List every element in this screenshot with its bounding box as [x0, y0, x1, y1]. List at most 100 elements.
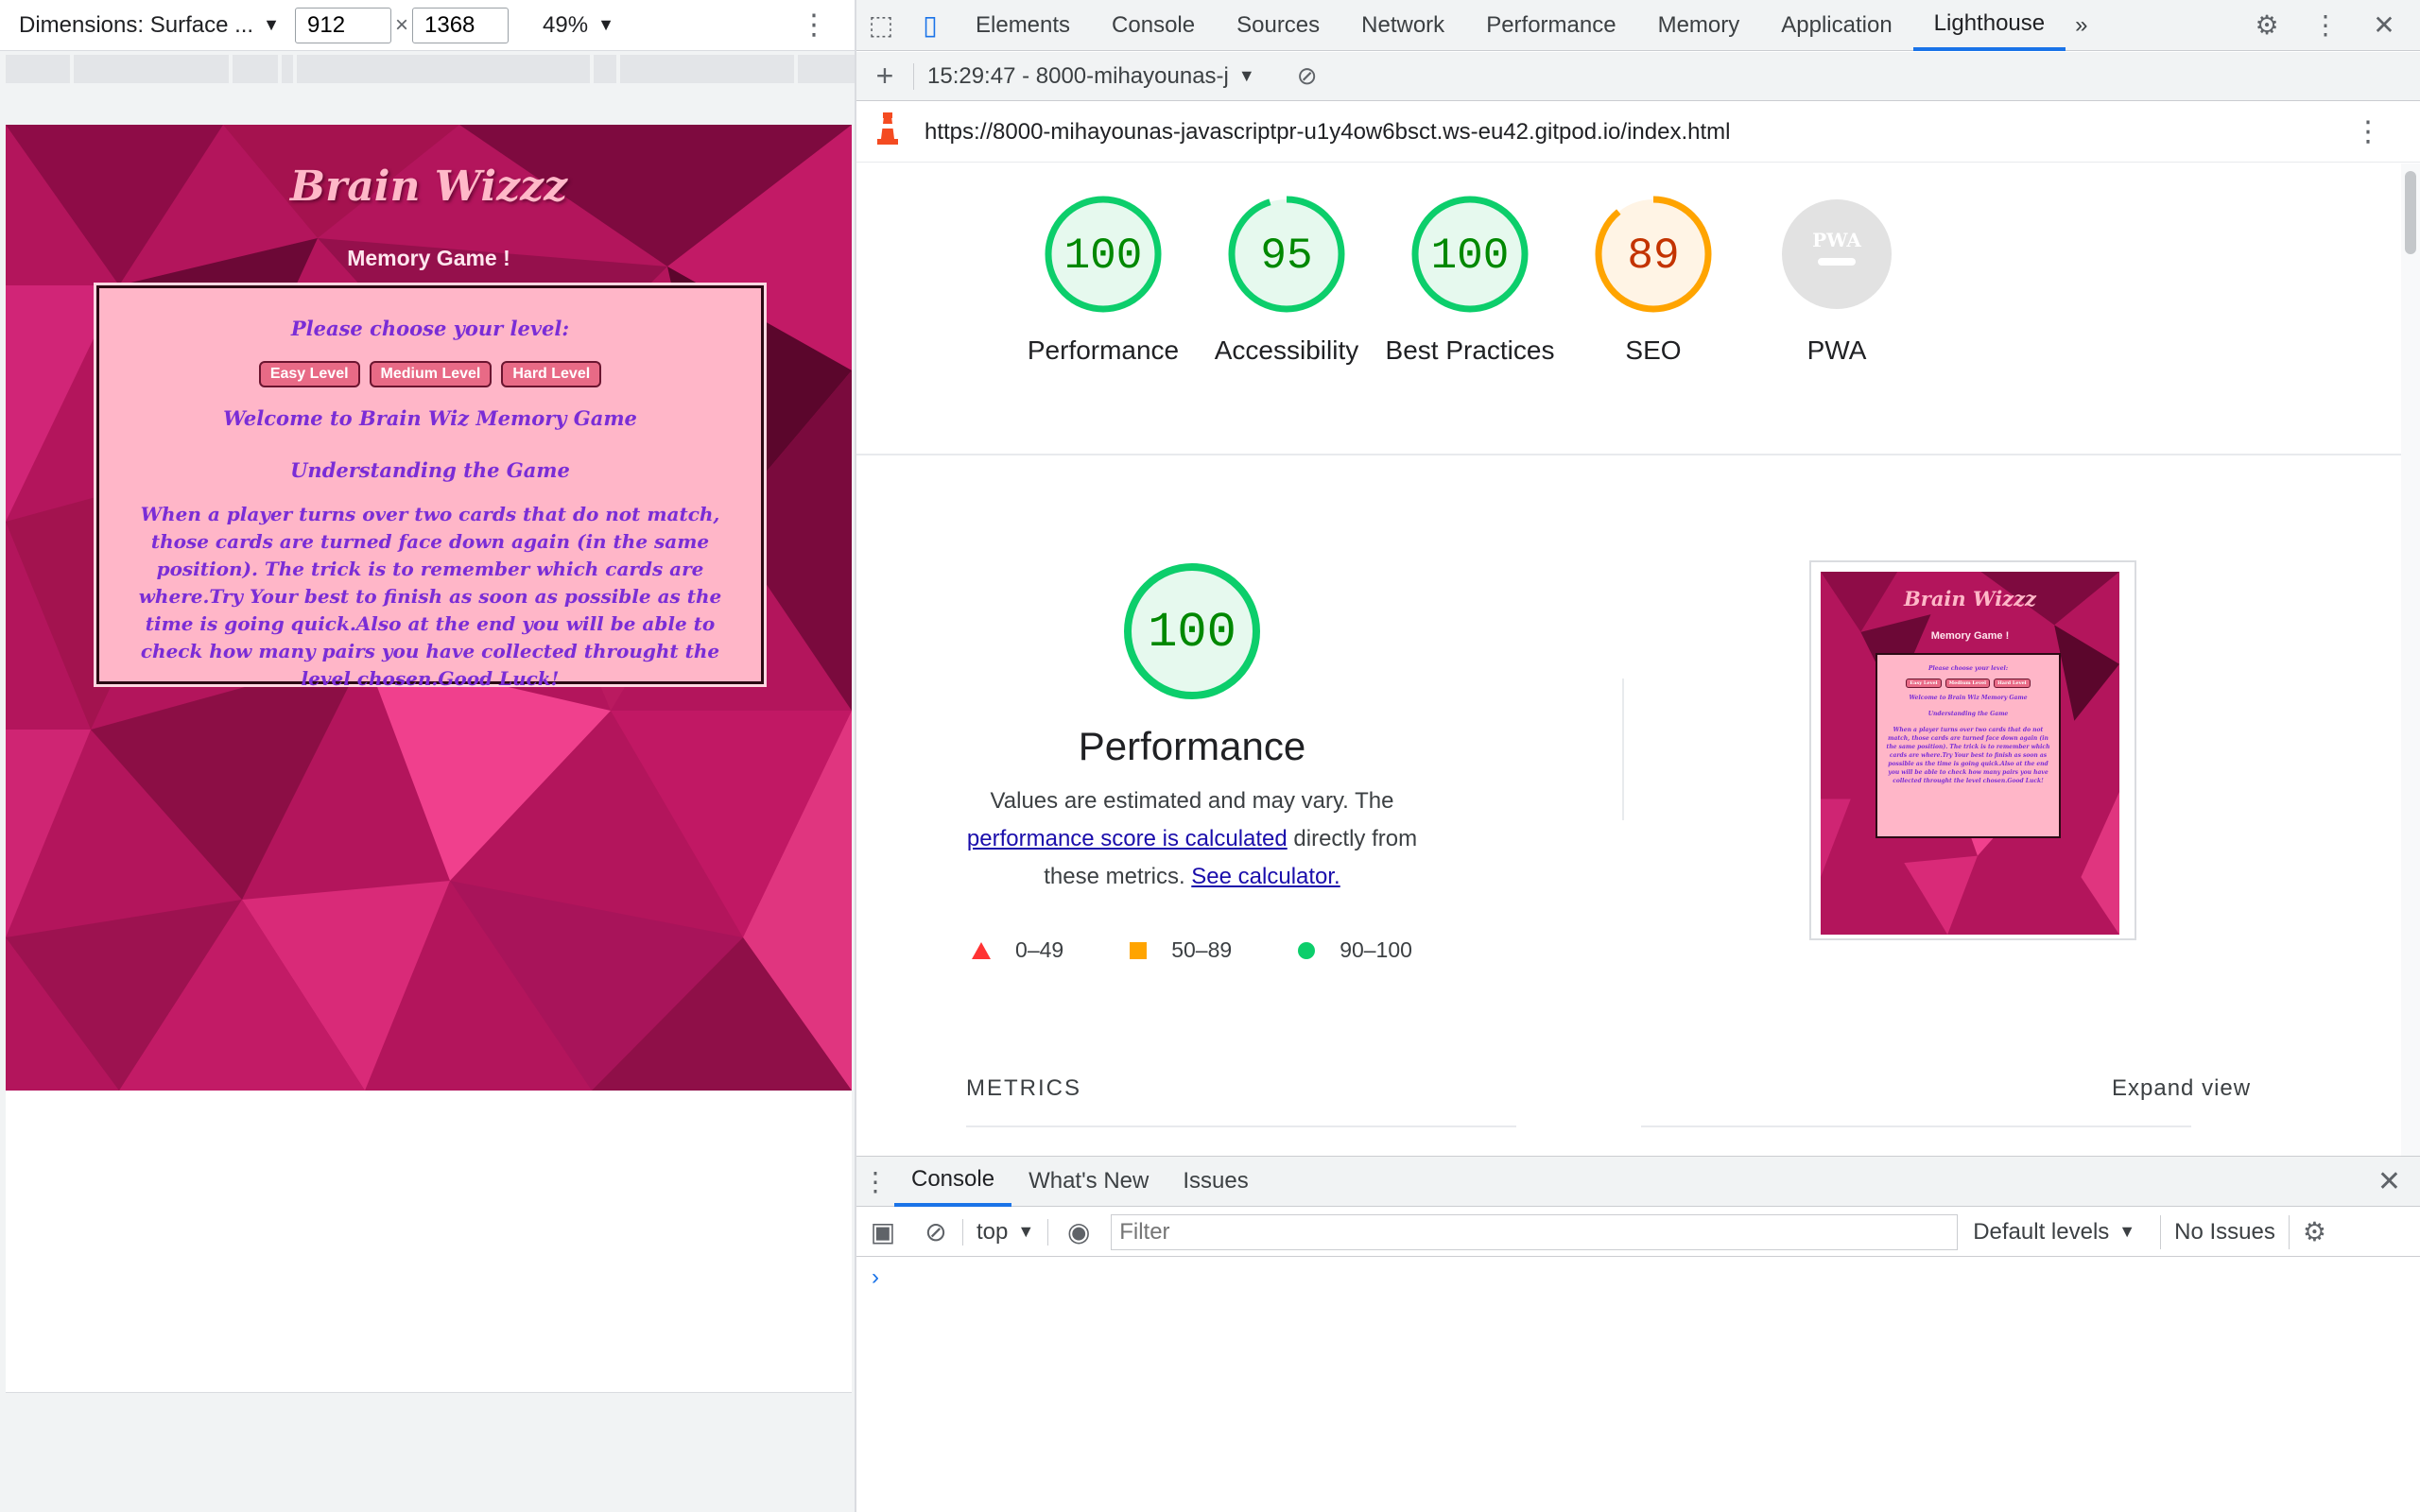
inspect-element-icon[interactable]: ⬚	[856, 9, 906, 41]
performance-title: Performance	[1078, 724, 1306, 768]
more-options-icon[interactable]: ⋮	[2301, 9, 2350, 41]
zoom-select[interactable]: 49% ▼	[543, 12, 614, 39]
devtools-tabbar: ⬚ ▯ Elements Console Sources Network Per…	[856, 0, 2420, 51]
performance-score-link[interactable]: performance score is calculated	[967, 826, 1288, 851]
tab-memory[interactable]: Memory	[1637, 0, 1761, 51]
more-options-icon[interactable]: ⋮	[2354, 115, 2382, 148]
tab-network[interactable]: Network	[1340, 0, 1465, 51]
context-select[interactable]: top ▼	[962, 1218, 1049, 1246]
more-options-icon[interactable]: ⋮	[800, 9, 828, 42]
instructions-text: When a player turns over two cards that …	[138, 503, 722, 690]
expand-view-button[interactable]: Expand view	[2112, 1075, 2251, 1102]
gauge-background	[1782, 199, 1892, 309]
score-gauge[interactable]: 95 Accessibility	[1195, 192, 1378, 369]
console-toolbar: ▣ ⊘ top ▼ ◉ Default levels ▼ No Issues ⚙	[856, 1208, 2420, 1257]
device-dimensions-select[interactable]: Dimensions: Surface ... ▼	[19, 12, 295, 39]
minus-icon	[1818, 258, 1856, 266]
thumb-title: Brain Wizzz	[1904, 587, 2036, 610]
chevron-down-icon: ▼	[1237, 66, 1255, 85]
gauge-score: 95	[1260, 232, 1312, 281]
media-query-segment[interactable]	[282, 55, 293, 83]
metrics-heading: METRICS	[966, 1075, 1081, 1101]
drawer-tab-console[interactable]: Console	[894, 1156, 1012, 1207]
thumb-button: Medium Level	[1945, 679, 1991, 688]
tab-elements[interactable]: Elements	[955, 0, 1091, 51]
gear-icon[interactable]: ⚙	[2242, 9, 2291, 41]
close-icon[interactable]: ✕	[2360, 9, 2409, 41]
final-screenshot[interactable]: Brain Wizzz Memory Game ! Please choose …	[1809, 560, 2136, 940]
scrollbar-thumb[interactable]	[2405, 171, 2416, 254]
log-levels-select[interactable]: Default levels ▼	[1973, 1219, 2135, 1246]
media-query-segment[interactable]	[233, 55, 278, 83]
device-mode-pane: Dimensions: Surface ... ▼ × 49% ▼ ⋮	[0, 0, 855, 1512]
device-toggle-icon[interactable]: ▯	[906, 9, 955, 41]
understanding-heading: Understanding the Game	[290, 458, 570, 482]
media-query-segment[interactable]	[6, 55, 70, 83]
legend-range: 90–100	[1340, 937, 1412, 962]
tab-application[interactable]: Application	[1760, 0, 1912, 51]
calculator-link[interactable]: See calculator.	[1191, 864, 1340, 889]
tab-performance[interactable]: Performance	[1465, 0, 1636, 51]
chevron-down-icon: ▼	[2118, 1222, 2136, 1241]
chevron-down-icon: ▼	[597, 15, 614, 34]
hard-level-button[interactable]: Hard Level	[501, 361, 602, 387]
gauge-ring: 89	[1595, 196, 1712, 313]
performance-big-gauge: 100	[1124, 563, 1260, 699]
tab-sources[interactable]: Sources	[1216, 0, 1340, 51]
score-gauge[interactable]: 100 Performance	[1011, 192, 1195, 369]
gauge-label: Best Practices	[1385, 335, 1555, 365]
divider	[1641, 1125, 2191, 1127]
gauge-score: 100	[1064, 232, 1143, 281]
audited-url[interactable]: https://8000-mihayounas-javascriptpr-u1y…	[925, 119, 1730, 146]
thumb-text: Understanding the Game	[1927, 711, 2009, 717]
new-report-icon[interactable]: +	[856, 59, 913, 94]
score-gauge[interactable]: 89 SEO	[1562, 192, 1745, 369]
media-query-segment[interactable]	[74, 55, 229, 83]
chevron-down-icon: ▼	[263, 15, 280, 34]
medium-level-button[interactable]: Medium Level	[369, 361, 493, 387]
media-query-segment[interactable]	[620, 55, 794, 83]
square-icon	[1130, 941, 1148, 959]
width-input[interactable]	[295, 7, 391, 43]
device-toolbar: Dimensions: Surface ... ▼ × 49% ▼ ⋮	[0, 0, 855, 51]
height-input[interactable]	[412, 7, 510, 43]
score-gauge[interactable]: PWA PWA	[1745, 192, 1928, 369]
sidebar-toggle-icon[interactable]: ▣	[856, 1216, 909, 1247]
close-icon[interactable]: ✕	[2377, 1165, 2401, 1198]
gauge-ring: 95	[1228, 196, 1345, 313]
console-prompt[interactable]: ›	[872, 1264, 879, 1291]
log-levels-label: Default levels	[1973, 1218, 2110, 1245]
gear-icon[interactable]: ⚙	[2303, 1216, 2326, 1247]
tab-lighthouse[interactable]: Lighthouse	[1912, 0, 2066, 51]
issues-button[interactable]: No Issues	[2160, 1214, 2290, 1249]
report-select[interactable]: 15:29:47 - 8000-mihayounas-j ▼	[913, 62, 1255, 90]
score-gauge[interactable]: 100 Best Practices	[1378, 192, 1562, 369]
report-scrollbar[interactable]	[2401, 163, 2420, 1156]
easy-level-button[interactable]: Easy Level	[258, 361, 360, 387]
drawer-tab-issues[interactable]: Issues	[1166, 1156, 1265, 1207]
gauge-ring: PWA	[1782, 199, 1892, 309]
gauge-label: Performance	[1027, 335, 1180, 365]
console-filter-input[interactable]	[1111, 1213, 1959, 1250]
circle-icon	[1298, 941, 1316, 959]
gauge-ring: 100	[1045, 196, 1162, 313]
triangle-icon	[972, 941, 992, 959]
tab-console[interactable]: Console	[1091, 0, 1216, 51]
media-query-segment[interactable]	[594, 55, 616, 83]
device-dimensions-label: Dimensions: Surface ...	[19, 11, 254, 38]
clear-reports-icon[interactable]: ⊘	[1297, 61, 1318, 91]
eye-icon[interactable]: ◉	[1052, 1216, 1105, 1247]
devtools-actions: ⚙ ⋮ ✕	[2242, 9, 2420, 41]
legend-fail: 0–49	[972, 937, 1063, 963]
drawer-tab-whats-new[interactable]: What's New	[1011, 1156, 1166, 1207]
media-query-bar[interactable]	[0, 55, 855, 83]
choose-level-text: Please choose your level:	[290, 317, 570, 340]
more-tabs-icon[interactable]: »	[2066, 0, 2097, 51]
welcome-text: Welcome to Brain Wiz Memory Game	[223, 406, 637, 430]
more-options-icon[interactable]: ⋮	[856, 1166, 894, 1197]
score-legend: 0–49 50–89 90–100	[942, 937, 1443, 963]
clear-console-icon[interactable]: ⊘	[909, 1216, 962, 1247]
divider	[966, 1125, 1516, 1127]
media-query-segment[interactable]	[297, 55, 590, 83]
media-query-segment[interactable]	[798, 55, 855, 83]
